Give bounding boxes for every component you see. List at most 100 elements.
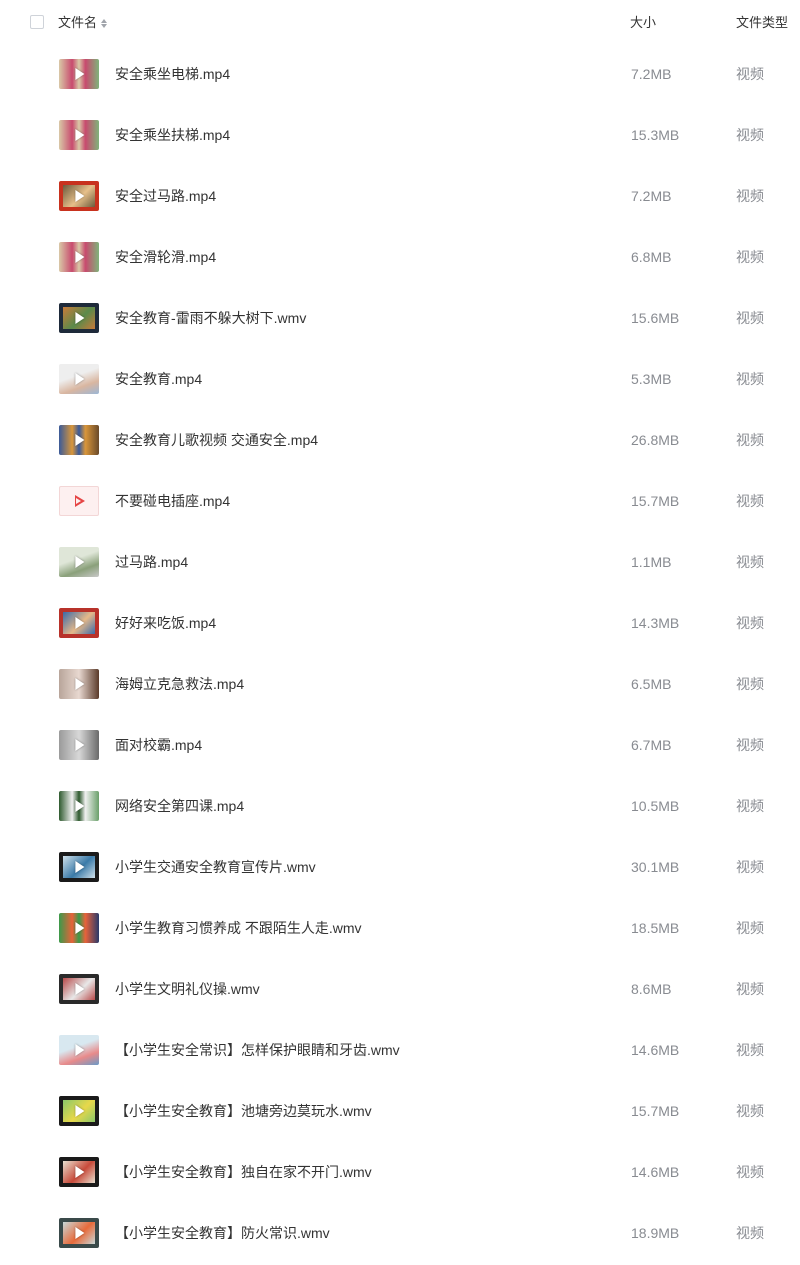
file-name[interactable]: 安全乘坐电梯.mp4 <box>115 66 230 83</box>
file-row[interactable]: 网络安全第四课.mp4 10.5MB 视频 <box>0 776 800 837</box>
video-thumbnail[interactable] <box>59 1096 99 1126</box>
file-name[interactable]: 不要碰电插座.mp4 <box>115 493 230 510</box>
video-thumbnail[interactable] <box>59 974 99 1004</box>
file-row[interactable]: 安全滑轮滑.mp4 6.8MB 视频 <box>0 227 800 288</box>
file-type: 视频 <box>736 1164 764 1180</box>
file-name[interactable]: 小学生教育习惯养成 不跟陌生人走.wmv <box>115 920 362 937</box>
sort-icon[interactable] <box>101 17 108 29</box>
file-row[interactable]: 安全教育.mp4 5.3MB 视频 <box>0 349 800 410</box>
play-icon <box>75 1105 85 1117</box>
file-row[interactable]: 海姆立克急救法.mp4 6.5MB 视频 <box>0 654 800 715</box>
video-thumbnail[interactable] <box>59 1218 99 1248</box>
file-row[interactable]: 安全教育-雷雨不躲大树下.wmv 15.6MB 视频 <box>0 288 800 349</box>
play-icon <box>75 617 85 629</box>
file-row[interactable]: 【小学生安全教育】池塘旁边莫玩水.wmv 15.7MB 视频 <box>0 1081 800 1142</box>
play-icon <box>75 1227 85 1239</box>
file-type: 视频 <box>736 371 764 387</box>
file-type: 视频 <box>736 1225 764 1241</box>
video-thumbnail[interactable] <box>59 120 99 150</box>
video-thumbnail[interactable] <box>59 1157 99 1187</box>
file-name[interactable]: 安全教育儿歌视频 交通安全.mp4 <box>115 432 318 449</box>
video-thumbnail[interactable] <box>59 608 99 638</box>
file-size: 1.1MB <box>631 554 672 570</box>
file-type: 视频 <box>736 615 764 631</box>
file-row[interactable]: 【小学生安全教育】防火常识.wmv 18.9MB 视频 <box>0 1203 800 1264</box>
play-icon <box>75 922 85 934</box>
file-row[interactable]: 小学生教育习惯养成 不跟陌生人走.wmv 18.5MB 视频 <box>0 898 800 959</box>
video-thumbnail[interactable] <box>59 730 99 760</box>
file-size: 7.2MB <box>631 188 672 204</box>
file-name[interactable]: 面对校霸.mp4 <box>115 737 202 754</box>
video-thumbnail[interactable] <box>59 547 99 577</box>
video-thumbnail[interactable] <box>59 1035 99 1065</box>
file-size: 15.7MB <box>631 493 680 509</box>
file-size: 7.2MB <box>631 66 672 82</box>
file-type: 视频 <box>736 859 764 875</box>
file-row[interactable]: 安全乘坐扶梯.mp4 15.3MB 视频 <box>0 105 800 166</box>
column-header-size[interactable]: 大小 <box>630 15 656 31</box>
file-name[interactable]: 【小学生安全教育】独自在家不开门.wmv <box>115 1164 372 1181</box>
file-row[interactable]: 安全教育儿歌视频 交通安全.mp4 26.8MB 视频 <box>0 410 800 471</box>
file-name[interactable]: 【小学生安全教育】防火常识.wmv <box>115 1225 330 1242</box>
video-thumbnail[interactable] <box>59 669 99 699</box>
video-thumbnail[interactable] <box>59 486 99 516</box>
file-row[interactable]: 小学生交通安全教育宣传片.wmv 30.1MB 视频 <box>0 837 800 898</box>
file-size: 18.5MB <box>631 920 680 936</box>
file-row[interactable]: 小学生文明礼仪操.wmv 8.6MB 视频 <box>0 959 800 1020</box>
file-row[interactable]: 不要碰电插座.mp4 15.7MB 视频 <box>0 471 800 532</box>
file-name[interactable]: 过马路.mp4 <box>115 554 188 571</box>
file-row[interactable]: 过马路.mp4 1.1MB 视频 <box>0 532 800 593</box>
select-all-checkbox[interactable] <box>30 15 44 29</box>
file-row[interactable]: 【小学生安全常识】怎样保护眼睛和牙齿.wmv 14.6MB 视频 <box>0 1020 800 1081</box>
file-row[interactable]: 安全乘坐电梯.mp4 7.2MB 视频 <box>0 44 800 105</box>
file-size: 15.7MB <box>631 1103 680 1119</box>
file-row[interactable]: 面对校霸.mp4 6.7MB 视频 <box>0 715 800 776</box>
play-icon <box>75 190 85 202</box>
file-row[interactable]: 好好来吃饭.mp4 14.3MB 视频 <box>0 593 800 654</box>
video-thumbnail[interactable] <box>59 791 99 821</box>
column-header-type[interactable]: 文件类型 <box>736 15 788 31</box>
file-name[interactable]: 安全过马路.mp4 <box>115 188 216 205</box>
file-name[interactable]: 【小学生安全教育】池塘旁边莫玩水.wmv <box>115 1103 372 1120</box>
file-name[interactable]: 安全教育-雷雨不躲大树下.wmv <box>115 310 306 327</box>
file-name[interactable]: 安全教育.mp4 <box>115 371 202 388</box>
file-type: 视频 <box>736 1103 764 1119</box>
play-icon <box>75 434 85 446</box>
video-thumbnail[interactable] <box>59 852 99 882</box>
file-row[interactable]: 安全过马路.mp4 7.2MB 视频 <box>0 166 800 227</box>
file-name[interactable]: 小学生交通安全教育宣传片.wmv <box>115 859 316 876</box>
video-thumbnail[interactable] <box>59 59 99 89</box>
file-type: 视频 <box>736 66 764 82</box>
column-header-name-label: 文件名 <box>58 15 98 30</box>
column-header-name[interactable]: 文件名 <box>58 15 108 31</box>
play-icon <box>75 678 85 690</box>
file-type: 视频 <box>736 676 764 692</box>
play-icon <box>75 556 85 568</box>
file-size: 8.6MB <box>631 981 672 997</box>
file-name[interactable]: 【小学生安全常识】怎样保护眼睛和牙齿.wmv <box>115 1042 400 1059</box>
file-name[interactable]: 安全滑轮滑.mp4 <box>115 249 216 266</box>
file-size: 10.5MB <box>631 798 680 814</box>
video-thumbnail[interactable] <box>59 364 99 394</box>
file-name[interactable]: 海姆立克急救法.mp4 <box>115 676 244 693</box>
file-type: 视频 <box>736 981 764 997</box>
file-type: 视频 <box>736 310 764 326</box>
file-type: 视频 <box>736 188 764 204</box>
file-row[interactable]: 【小学生安全教育】独自在家不开门.wmv 14.6MB 视频 <box>0 1142 800 1203</box>
file-name[interactable]: 网络安全第四课.mp4 <box>115 798 244 815</box>
play-icon <box>75 800 85 812</box>
file-list: 文件名 大小 文件类型 安全乘坐电梯.mp4 7.2MB 视频 安全乘坐扶梯.mp4 1… <box>0 0 800 1265</box>
video-thumbnail[interactable] <box>59 242 99 272</box>
file-name[interactable]: 小学生文明礼仪操.wmv <box>115 981 260 998</box>
file-size: 5.3MB <box>631 371 672 387</box>
video-thumbnail[interactable] <box>59 913 99 943</box>
video-thumbnail[interactable] <box>59 181 99 211</box>
file-type: 视频 <box>736 432 764 448</box>
play-icon <box>75 1044 85 1056</box>
file-name[interactable]: 安全乘坐扶梯.mp4 <box>115 127 230 144</box>
play-icon <box>75 983 85 995</box>
video-thumbnail[interactable] <box>59 303 99 333</box>
file-type: 视频 <box>736 1042 764 1058</box>
file-name[interactable]: 好好来吃饭.mp4 <box>115 615 216 632</box>
video-thumbnail[interactable] <box>59 425 99 455</box>
